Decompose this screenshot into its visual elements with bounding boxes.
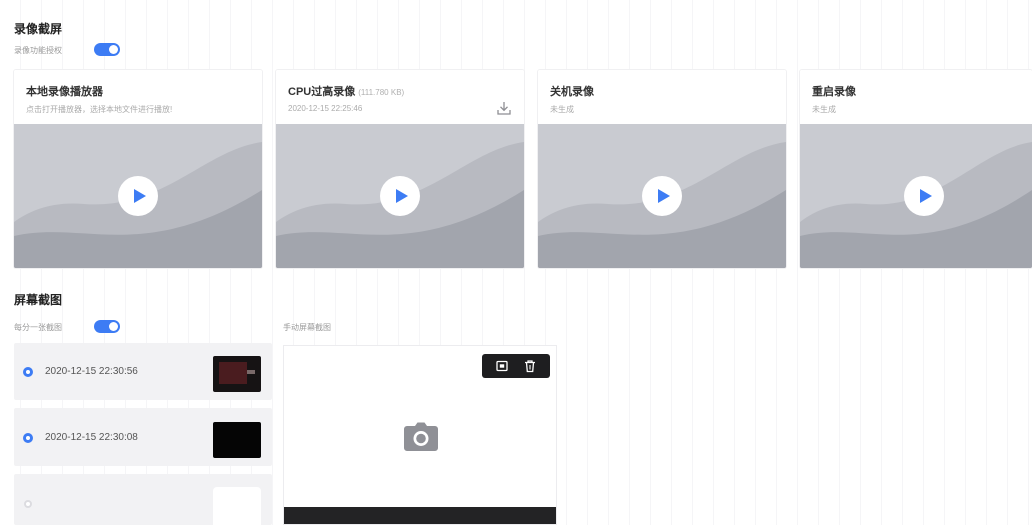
play-icon [396,189,408,203]
screenshot-thumbnail [213,422,261,458]
play-icon [920,189,932,203]
screenshot-time: 2020-12-15 22:30:08 [45,432,138,443]
screenshot-radio[interactable] [24,500,32,508]
video-thumbnail [14,124,262,268]
card-header: 重启录像 未生成 [800,70,1032,124]
card-title-text: 关机录像 [550,86,594,98]
toggle-knob [109,322,118,331]
camera-icon [403,422,439,452]
screenshot-toggle[interactable] [94,320,120,333]
card-file-size: (111.780 KB) [358,88,405,97]
card-restart-recording[interactable]: 重启录像 未生成 [800,70,1032,268]
play-icon [658,189,670,203]
card-local-player[interactable]: 本地录像播放器 点击打开播放器，选择本地文件进行播放! [14,70,262,268]
card-title-text: 重启录像 [812,86,856,98]
card-title: 关机录像 [550,83,594,99]
trash-icon [525,360,535,373]
video-thumbnail [800,124,1032,268]
card-status: 未生成 [550,105,574,114]
card-header: 关机录像 未生成 [538,70,786,124]
screenshot-radio[interactable] [23,367,33,377]
preview-bottom-bar [284,507,556,524]
download-icon [497,102,511,115]
screenshot-thumbnail [213,487,261,525]
video-thumbnail [276,124,524,268]
card-timestamp: 2020-12-15 22:25:46 [288,104,363,113]
card-title: 重启录像 [812,83,856,99]
manual-screenshot-label: 手动屏幕截图 [283,323,331,332]
video-thumbnail [538,124,786,268]
card-status: 未生成 [812,105,836,114]
card-subtitle: 点击打开播放器，选择本地文件进行播放! [26,105,173,114]
card-title: CPU过高录像 (111.780 KB) [288,83,404,99]
page: 录像截屏 录像功能授权 本地录像播放器 点击打开播放器，选择本地文件进行播放! … [0,0,1032,525]
play-icon [134,189,146,203]
delete-screenshot-button[interactable] [523,359,537,373]
play-button[interactable] [380,176,420,216]
recording-toggle-label: 录像功能授权 [14,46,62,55]
screenshot-list-item[interactable]: 2020-12-15 22:30:08 [14,408,272,466]
card-title-text: 本地录像播放器 [26,86,103,98]
thumbnail-content [247,370,255,374]
screenshot-section-title: 屏幕截图 [14,293,63,307]
screenshot-radio[interactable] [23,433,33,443]
play-button[interactable] [118,176,158,216]
thumbnail-content [219,362,247,384]
recording-section-title: 录像截屏 [14,22,63,36]
screenshot-list-item[interactable] [14,474,272,525]
screenshot-icon [496,360,508,372]
play-button[interactable] [642,176,682,216]
screenshot-toolbar [482,354,550,378]
screenshot-toggle-label: 每分一张截图 [14,323,62,332]
screenshot-list-item[interactable]: 2020-12-15 22:30:56 [14,343,272,400]
card-header: CPU过高录像 (111.780 KB) 2020-12-15 22:25:46 [276,70,524,124]
screenshot-thumbnail [213,356,261,392]
screenshot-time: 2020-12-15 22:30:56 [45,366,138,377]
card-header: 本地录像播放器 点击打开播放器，选择本地文件进行播放! [14,70,262,124]
manual-screenshot-panel [283,345,557,525]
card-cpu-recording[interactable]: CPU过高录像 (111.780 KB) 2020-12-15 22:25:46 [276,70,524,268]
recording-toggle[interactable] [94,43,120,56]
card-title-text: CPU过高录像 [288,86,356,98]
card-title: 本地录像播放器 [26,83,106,99]
download-button[interactable] [496,100,512,116]
take-screenshot-button[interactable] [495,359,509,373]
toggle-knob [109,45,118,54]
card-shutdown-recording[interactable]: 关机录像 未生成 [538,70,786,268]
play-button[interactable] [904,176,944,216]
